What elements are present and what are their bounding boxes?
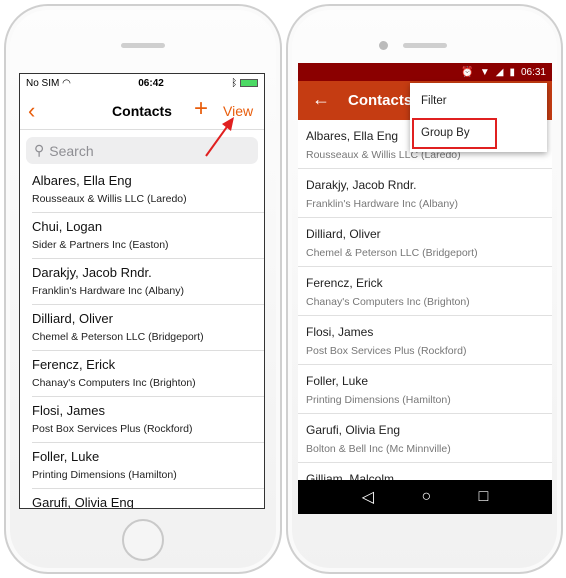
contact-name: Flosi, James xyxy=(306,325,374,339)
contact-name: Garufi, Olivia Eng xyxy=(306,423,401,437)
android-frame: ⏰ ▼ ◢ ▮ 06:31 ← Contacts Albares, Ella Eng Ro… xyxy=(286,4,563,574)
contact-company: Printing Dimensions (Hamilton) xyxy=(32,469,177,481)
home-button[interactable] xyxy=(122,519,164,561)
battery-icon xyxy=(240,78,258,87)
list-item[interactable]: Ferencz, Erick Chanay's Computers Inc (Br… xyxy=(298,267,552,316)
list-item[interactable]: Dilliard, Oliver Chemel & Peterson LLC (B… xyxy=(298,218,552,267)
list-item[interactable]: Foller, Luke Printing Dimensions (Hamilto… xyxy=(298,365,552,414)
list-item[interactable]: Garufi, Olivia EngBolton & Bell Inc (Mc … xyxy=(32,489,264,509)
android-status-bar: ⏰ ▼ ◢ ▮ 06:31 xyxy=(298,63,552,81)
contact-name: Ferencz, Erick xyxy=(32,357,116,372)
search-input[interactable]: ⚲ Search xyxy=(26,137,258,164)
back-arrow-icon[interactable]: ← xyxy=(312,89,330,110)
camera xyxy=(379,41,388,50)
contact-name: Foller, Luke xyxy=(32,449,100,464)
contact-name: Foller, Luke xyxy=(306,374,369,388)
contact-name: Darakjy, Jacob Rndr. xyxy=(306,178,417,192)
contact-name: Flosi, James xyxy=(32,403,105,418)
contact-name: Garufi, Olivia Eng xyxy=(32,495,134,509)
contact-company: Chanay's Computers Inc (Brighton) xyxy=(306,296,470,308)
list-item[interactable]: Flosi, James Post Box Services Plus (Rock… xyxy=(298,316,552,365)
wifi-icon: ◠ xyxy=(62,77,71,89)
ios-nav-bar: ‹ Contacts + View xyxy=(20,92,264,130)
contact-name: Darakjy, Jacob Rndr. xyxy=(32,265,152,280)
iphone-frame: No SIM ◠ 06:42 ᛒ ‹ Contacts + View ⚲ Sear… xyxy=(4,4,282,574)
status-time: 06:42 xyxy=(138,77,164,89)
page-title: Contacts xyxy=(348,92,413,109)
contact-name: Ferencz, Erick xyxy=(306,276,383,290)
wifi-icon: ▼ xyxy=(479,66,490,78)
contact-company: Printing Dimensions (Hamilton) xyxy=(306,394,451,406)
view-button[interactable]: View xyxy=(223,103,253,119)
status-time: 06:31 xyxy=(520,66,546,78)
list-item[interactable]: Darakjy, Jacob Rndr. Franklin's Hardware … xyxy=(298,169,552,218)
search-placeholder: Search xyxy=(49,142,94,159)
alarm-icon: ⏰ xyxy=(461,66,474,78)
speaker xyxy=(121,43,165,48)
carrier: No SIM xyxy=(26,77,60,89)
menu-item-filter[interactable]: Filter xyxy=(410,83,547,117)
contact-name: Albares, Ella Eng xyxy=(32,173,132,188)
list-item[interactable]: Albares, Ella Eng Rousseaux & Willis LLC … xyxy=(32,167,264,213)
battery-icon: ▮ xyxy=(509,66,515,78)
contact-name: Dilliard, Oliver xyxy=(306,227,381,241)
signal-icon: ◢ xyxy=(495,66,504,78)
list-item[interactable]: Chui, Logan Sider & Partners Inc (Easton) xyxy=(32,213,264,259)
android-nav-bar: ◁ ○ □ xyxy=(298,480,552,514)
contact-company: Sider & Partners Inc (Easton) xyxy=(32,239,169,251)
contact-name: Dilliard, Oliver xyxy=(32,311,113,326)
list-item[interactable]: Darakjy, Jacob Rndr. Franklin's Hardware … xyxy=(32,259,264,305)
contact-list: Albares, Ella Eng Rousseaux & Willis LLC … xyxy=(20,167,264,509)
overflow-menu: Filter Group By xyxy=(410,83,547,152)
list-item[interactable]: Flosi, James Post Box Services Plus (Rock… xyxy=(32,397,264,443)
ios-status-bar: No SIM ◠ 06:42 ᛒ xyxy=(20,74,264,92)
contact-company: Chanay's Computers Inc (Brighton) xyxy=(32,377,196,389)
list-item[interactable]: Dilliard, Oliver Chemel & Peterson LLC (B… xyxy=(32,305,264,351)
ios-screen: No SIM ◠ 06:42 ᛒ ‹ Contacts + View ⚲ Sear… xyxy=(19,73,265,509)
android-screen: ⏰ ▼ ◢ ▮ 06:31 ← Contacts Albares, Ella Eng Ro… xyxy=(298,63,552,514)
speaker xyxy=(402,43,447,48)
contact-company: Chemel & Peterson LLC (Bridgeport) xyxy=(32,331,204,343)
contact-company: Franklin's Hardware Inc (Albany) xyxy=(306,198,458,210)
contact-company: Post Box Services Plus (Rockford) xyxy=(306,345,467,357)
bluetooth-icon: ᛒ xyxy=(231,77,238,89)
recents-square-icon[interactable]: □ xyxy=(479,488,489,506)
list-item[interactable]: Foller, Luke Printing Dimensions (Hamilto… xyxy=(32,443,264,489)
contact-company: Bolton & Bell Inc (Mc Minnville) xyxy=(306,443,451,455)
list-item[interactable]: Ferencz, Erick Chanay's Computers Inc (Br… xyxy=(32,351,264,397)
contact-company: Post Box Services Plus (Rockford) xyxy=(32,423,193,435)
search-icon: ⚲ xyxy=(34,142,45,158)
contact-company: Franklin's Hardware Inc (Albany) xyxy=(32,285,184,297)
add-button[interactable]: + xyxy=(194,95,208,123)
contact-company: Rousseaux & Willis LLC (Laredo) xyxy=(32,193,187,205)
contact-company: Chemel & Peterson LLC (Bridgeport) xyxy=(306,247,478,259)
menu-item-group-by[interactable]: Group By xyxy=(412,118,497,149)
list-item[interactable]: Garufi, Olivia Eng Bolton & Bell Inc (Mc … xyxy=(298,414,552,463)
contact-list: Albares, Ella Eng Rousseaux & Willis LLC … xyxy=(298,120,552,512)
contact-name: Chui, Logan xyxy=(32,219,103,234)
back-triangle-icon[interactable]: ◁ xyxy=(362,487,374,507)
home-circle-icon[interactable]: ○ xyxy=(421,488,431,506)
